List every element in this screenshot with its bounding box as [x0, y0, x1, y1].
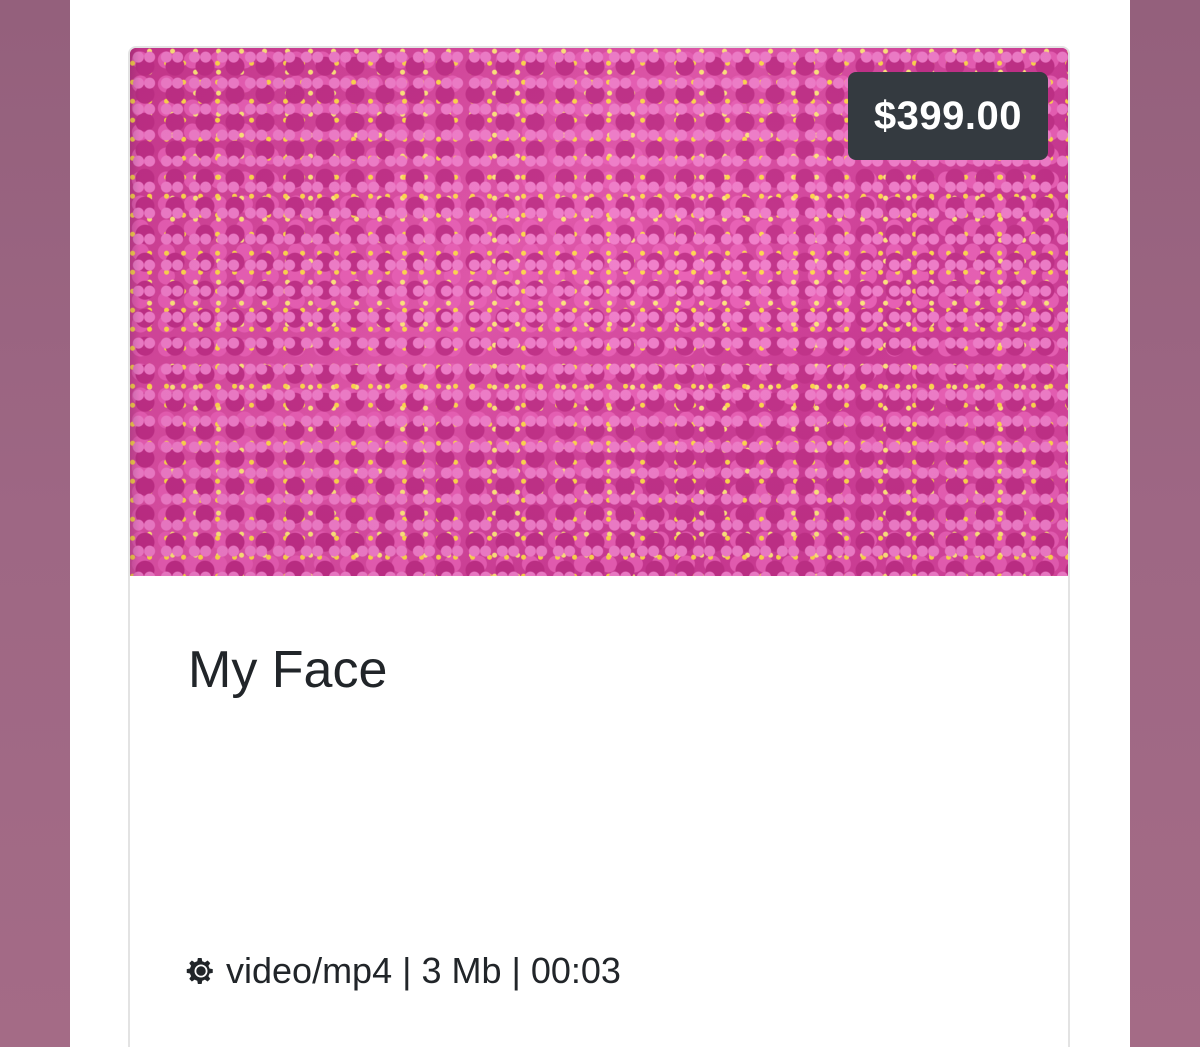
page-background-left: [0, 0, 70, 1047]
product-thumbnail[interactable]: $399.00: [130, 48, 1068, 576]
product-meta-text: video/mp4 | 3 Mb | 00:03: [226, 950, 621, 991]
gear-icon: [186, 958, 213, 984]
product-meta: video/mp4 | 3 Mb | 00:03: [186, 950, 621, 992]
price-badge: $399.00: [847, 72, 1048, 160]
content-panel: $399.00 My Face video/mp4 | 3 Mb | 00:03: [70, 0, 1130, 1047]
product-card[interactable]: $399.00 My Face video/mp4 | 3 Mb | 00:03: [128, 46, 1070, 1047]
product-title: My Face: [188, 641, 388, 699]
page-background-right: [1130, 0, 1200, 1047]
